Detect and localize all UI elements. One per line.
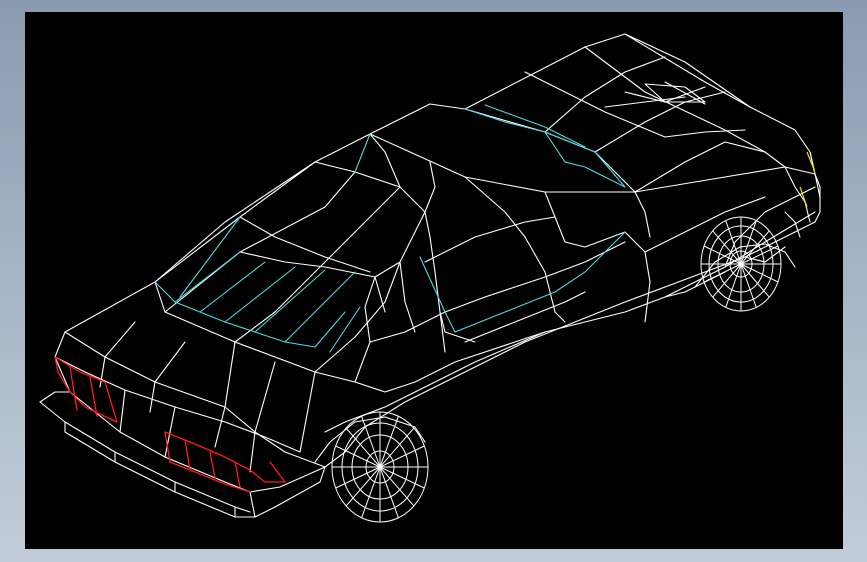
wheel-spoke — [345, 427, 381, 468]
car-wireframe-drawing — [39, 33, 821, 523]
rear-wheel — [331, 411, 429, 523]
wheel-spoke — [740, 263, 770, 298]
wheel-spoke — [379, 466, 415, 507]
car-body-lines — [39, 33, 821, 518]
wheel-spoke — [379, 427, 415, 468]
cad-viewport[interactable] — [25, 12, 843, 549]
front-wheel — [700, 216, 782, 312]
wheel-spoke — [345, 466, 381, 507]
wheel-spoke — [712, 263, 742, 298]
wheel-spoke — [712, 230, 742, 265]
app-window — [0, 0, 867, 562]
